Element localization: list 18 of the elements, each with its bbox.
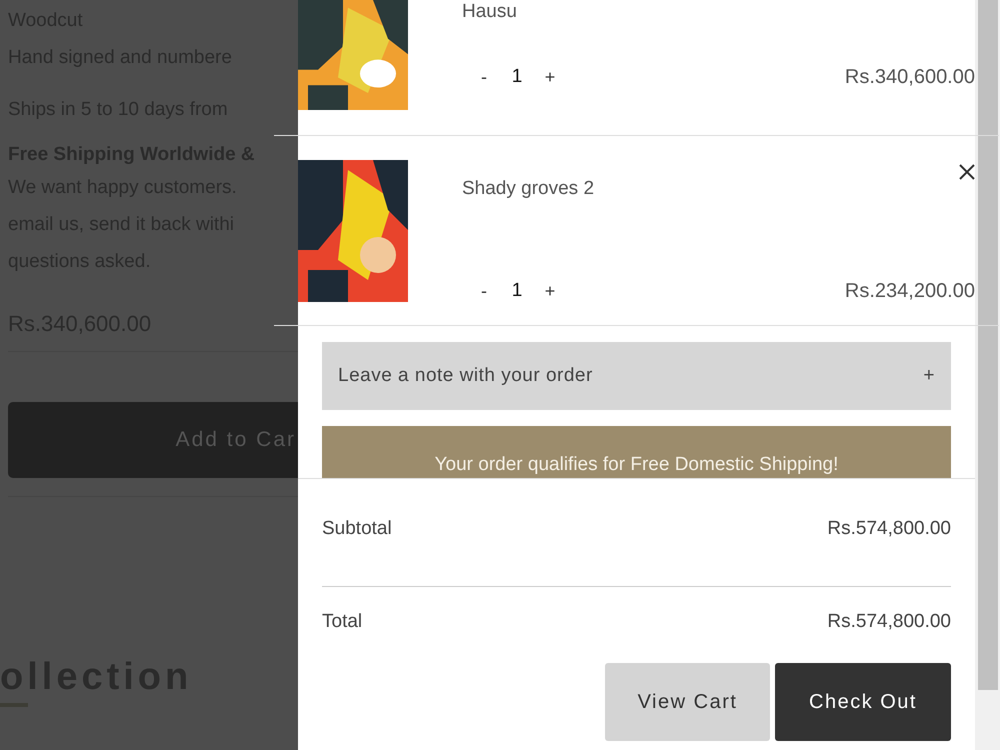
decrease-button[interactable]: - <box>462 66 506 88</box>
checkout-button[interactable]: Check Out <box>775 663 951 741</box>
view-cart-button[interactable]: View Cart <box>605 663 770 741</box>
total-label: Total <box>322 611 362 633</box>
subtotal-label: Subtotal <box>322 518 392 540</box>
decrease-button[interactable]: - <box>462 280 506 302</box>
increase-button[interactable]: + <box>528 66 572 88</box>
item-title[interactable]: Shady groves 2 <box>462 178 975 200</box>
close-icon[interactable] <box>959 164 975 180</box>
order-note-toggle[interactable]: Leave a note with your order + <box>322 342 951 410</box>
item-price: Rs.234,200.00 <box>844 280 975 302</box>
total-value: Rs.574,800.00 <box>827 611 951 633</box>
scrollbar-thumb[interactable] <box>978 0 998 690</box>
item-price: Rs.340,600.00 <box>844 66 975 88</box>
item-title[interactable]: Hausu <box>462 1 975 23</box>
increase-button[interactable]: + <box>528 280 572 302</box>
subtotal-value: Rs.574,800.00 <box>827 518 951 540</box>
shipping-banner: Your order qualifies for Free Domestic Shipping! <box>322 426 951 478</box>
